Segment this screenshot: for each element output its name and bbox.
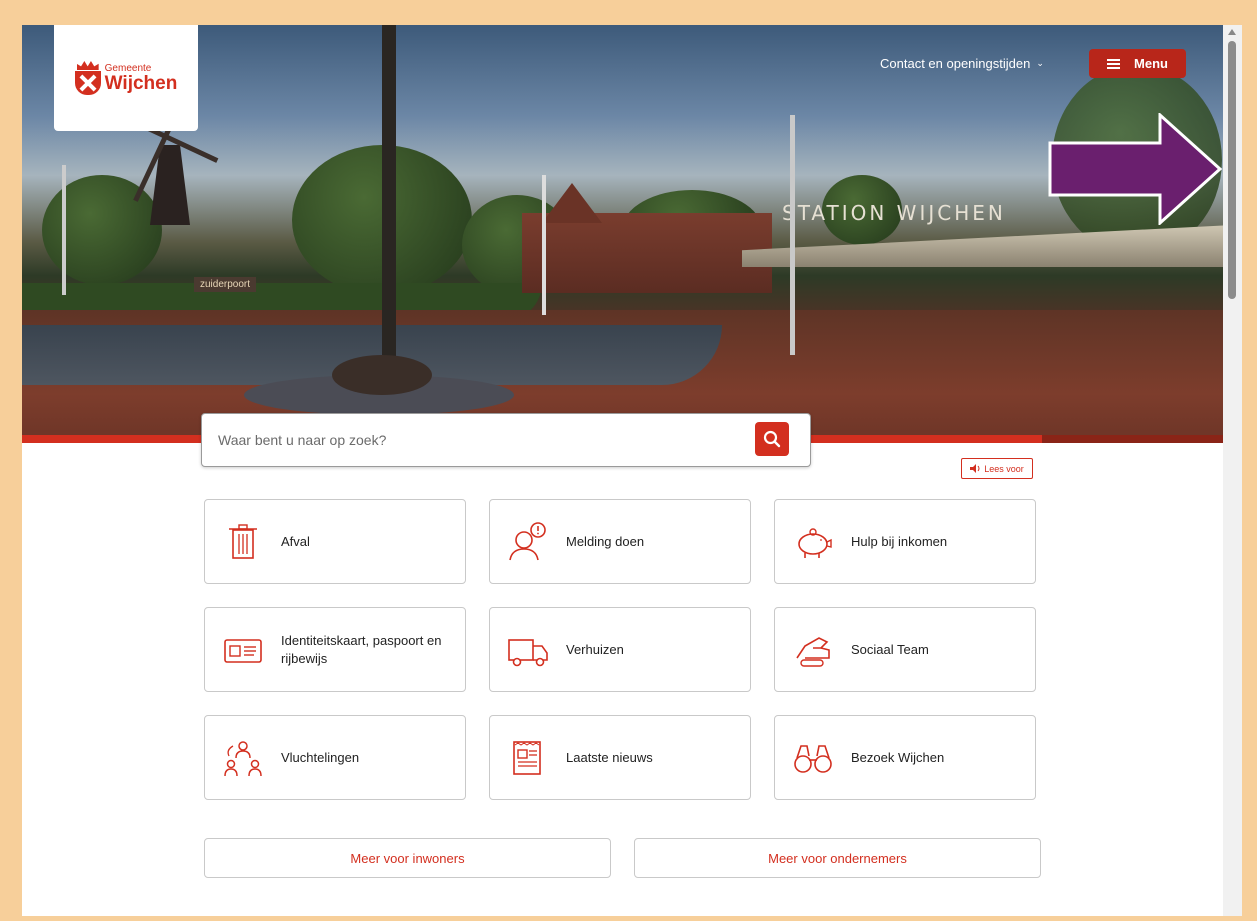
chevron-down-icon: ⌄: [1036, 58, 1044, 68]
search-input[interactable]: [202, 414, 742, 466]
person-alert-icon: [509, 521, 546, 560]
menu-label: Menu: [1134, 56, 1168, 71]
handshake-icon: [796, 636, 830, 667]
tile-afval[interactable]: Afval: [204, 499, 466, 584]
tile-label: Bezoek Wijchen: [851, 749, 945, 765]
street-light: [62, 165, 66, 295]
scroll-thumb[interactable]: [1228, 41, 1236, 299]
newspaper-icon: [513, 740, 541, 775]
logo-line1: Gemeente: [104, 62, 152, 74]
more-for-entrepreneurs-link[interactable]: Meer voor ondernemers: [634, 838, 1041, 878]
read-aloud-button[interactable]: Lees voor: [961, 458, 1033, 479]
hero-accent-bar-dark: [1042, 435, 1223, 443]
scrollbar[interactable]: [1223, 25, 1242, 916]
tile-label: Afval: [281, 533, 310, 549]
refugees-icon: [224, 740, 262, 776]
more-for-residents-link[interactable]: Meer voor inwoners: [204, 838, 611, 878]
crest-icon: [74, 61, 101, 95]
tile-verhuizen[interactable]: Verhuizen: [489, 607, 751, 692]
station-sign: STATION WIJCHEN: [782, 201, 1006, 225]
sculpture-base: [332, 355, 432, 395]
tree: [42, 175, 162, 285]
tile-label: Identiteitskaart, paspoort en rijbewijs: [281, 632, 442, 666]
logo-line2: Wijchen: [104, 72, 178, 94]
contact-dropdown[interactable]: Contact en openingstijden ⌄: [880, 56, 1044, 71]
menu-button[interactable]: Menu: [1089, 49, 1186, 78]
tile-label: Hulp bij inkomen: [851, 533, 948, 549]
more-link-label: Meer voor ondernemers: [768, 850, 907, 866]
sign-post: [542, 175, 546, 315]
tile-melding-doen[interactable]: Melding doen: [489, 499, 751, 584]
binoculars-icon: [794, 744, 832, 773]
moving-truck-icon: [508, 638, 548, 666]
tile-vluchtelingen[interactable]: Vluchtelingen: [204, 715, 466, 800]
search-icon: [763, 430, 781, 448]
tile-label: Sociaal Team: [851, 641, 929, 657]
tile-label: Vluchtelingen: [281, 749, 360, 765]
brick-houses: [522, 213, 772, 293]
tile-label: Melding doen: [566, 533, 645, 549]
read-aloud-label: Lees voor: [984, 463, 1024, 474]
tile-label: Laatste nieuws: [566, 749, 653, 765]
speaker-icon: [970, 464, 980, 473]
annotation-arrow-icon: [1048, 113, 1223, 225]
tile-sociaal-team[interactable]: Sociaal Team: [774, 607, 1036, 692]
gemeente-wijchen-logo[interactable]: Gemeente Wijchen: [54, 25, 198, 131]
trash-icon: [229, 523, 257, 559]
search-button[interactable]: [755, 422, 789, 456]
tile-laatste-nieuws[interactable]: Laatste nieuws: [489, 715, 751, 800]
tile-hulp-bij-inkomen[interactable]: Hulp bij inkomen: [774, 499, 1036, 584]
tile-label: Verhuizen: [566, 641, 624, 657]
hamburger-icon: [1107, 58, 1121, 69]
piggy-bank-icon: [798, 527, 832, 558]
hero-image: STATION WIJCHEN zuiderpoort: [22, 25, 1223, 443]
tile-identiteitskaart[interactable]: Identiteitskaart, paspoort en rijbewijs: [204, 607, 466, 692]
scroll-up-icon[interactable]: [1228, 29, 1236, 35]
search-bar: [201, 413, 811, 467]
browser-viewport: STATION WIJCHEN zuiderpoort Gemeente Wij…: [22, 25, 1242, 916]
lamp-post: [790, 115, 795, 355]
id-card-icon: [224, 638, 262, 663]
tile-bezoek-wijchen[interactable]: Bezoek Wijchen: [774, 715, 1036, 800]
sculpture-pole: [382, 25, 396, 365]
contact-label: Contact en openingstijden: [880, 56, 1031, 71]
more-link-label: Meer voor inwoners: [350, 850, 465, 866]
zuiderpoort-sign: zuiderpoort: [194, 277, 257, 292]
station-roof: [742, 225, 1223, 267]
